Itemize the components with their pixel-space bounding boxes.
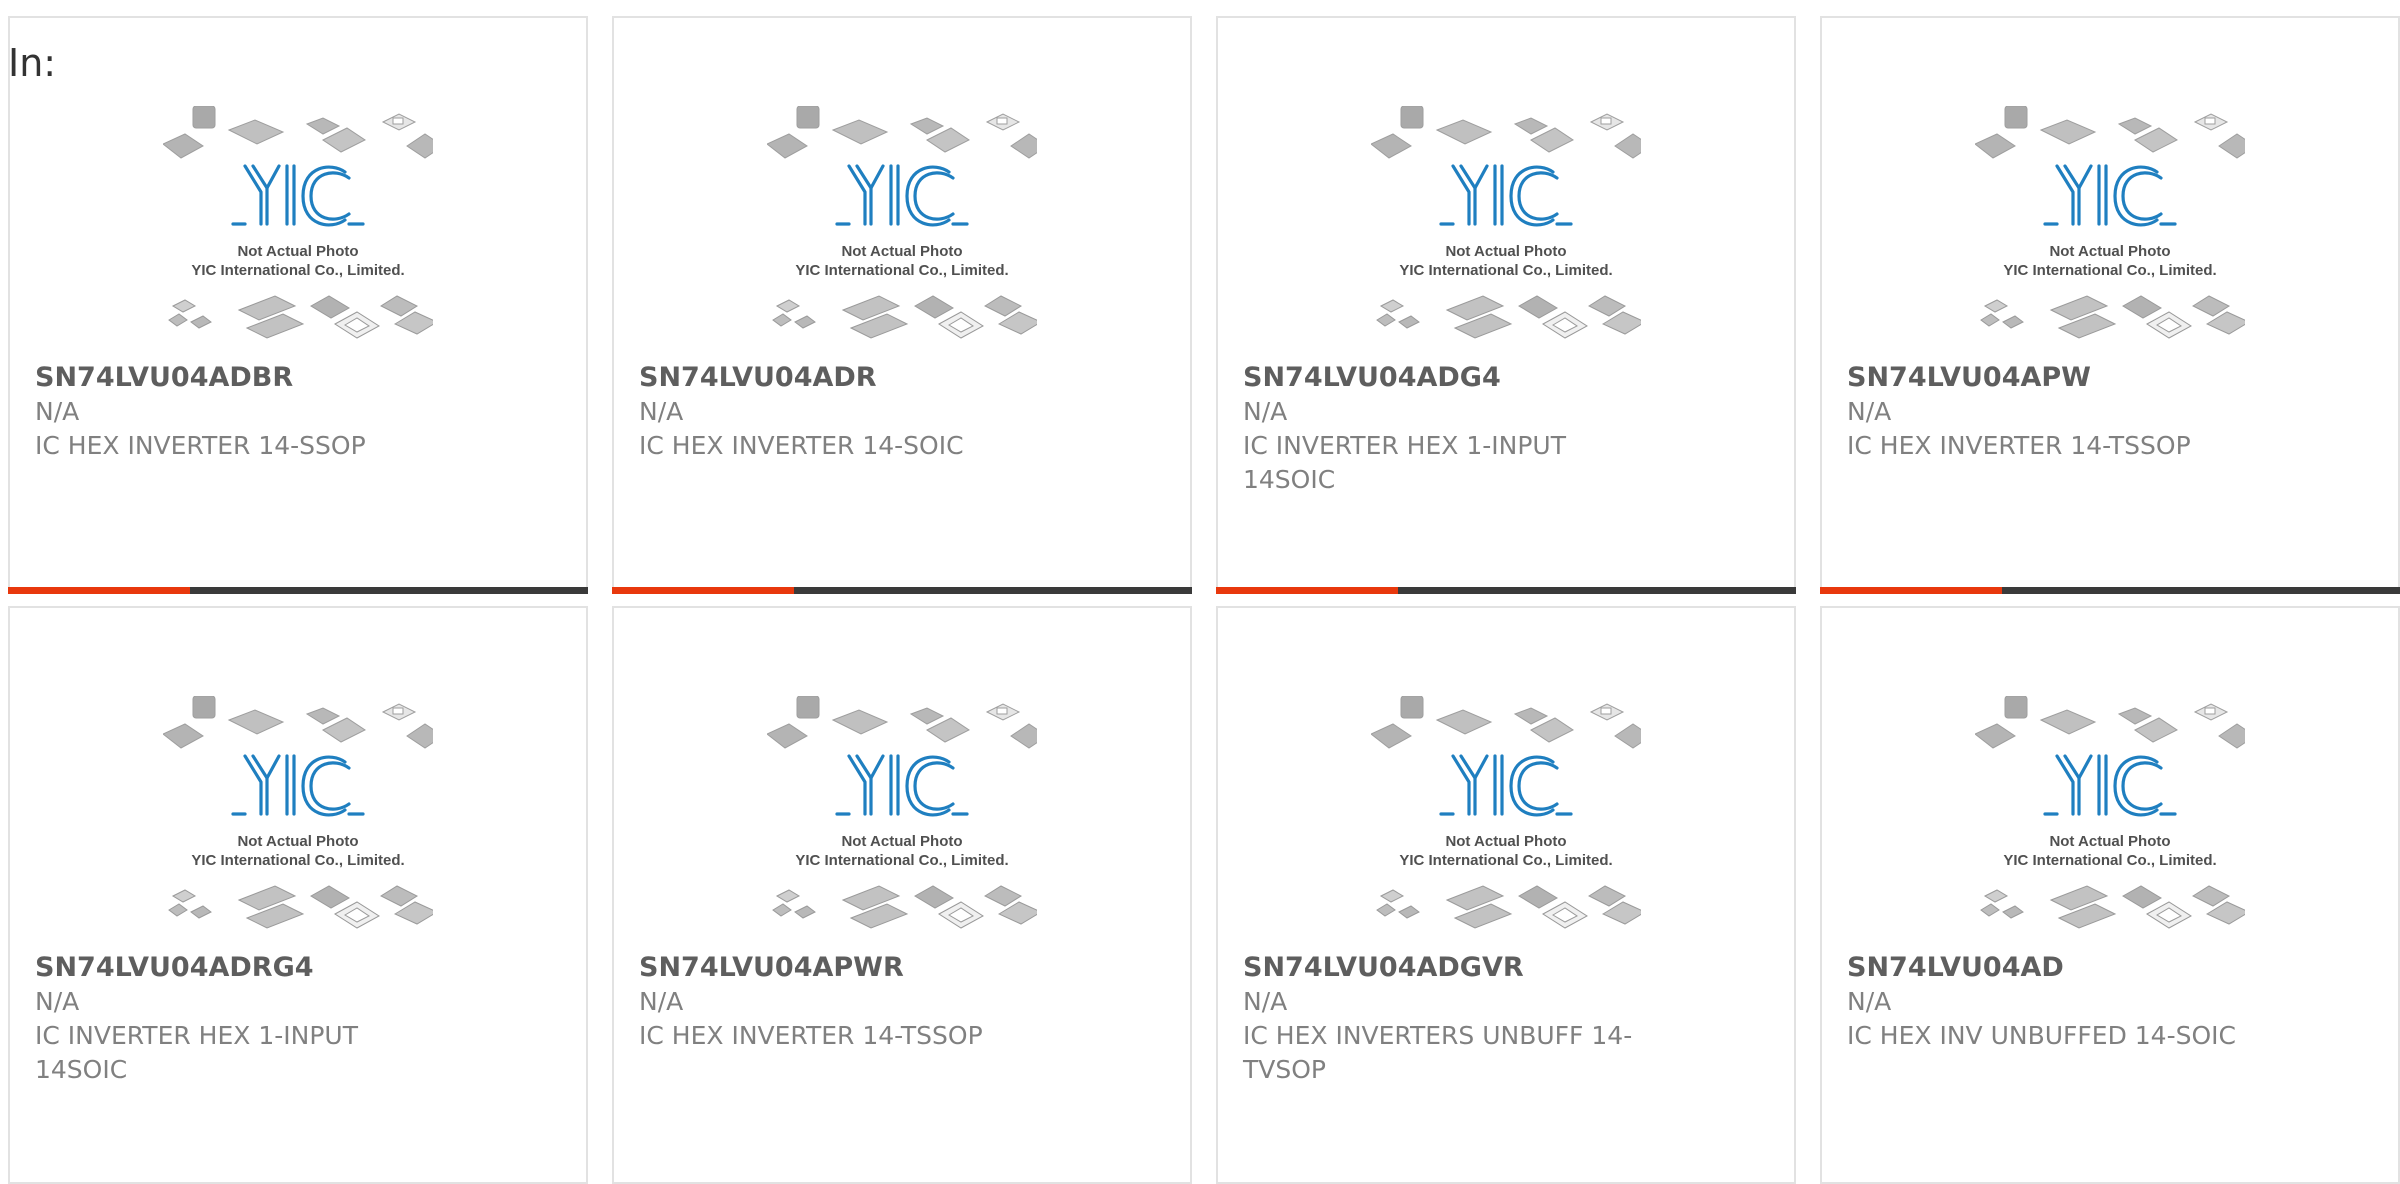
card-accent-highlight xyxy=(1216,587,1398,594)
part-number-link[interactable]: SN74LVU04ADBR xyxy=(35,361,455,395)
placeholder-line1: Not Actual Photo xyxy=(841,243,962,260)
product-description: IC HEX INVERTER 14-SOIC xyxy=(639,431,964,460)
product-info: SN74LVU04ADG4 N/A IC INVERTER HEX 1-INPUT … xyxy=(1243,361,1663,497)
product-info: SN74LVU04AD N/A IC HEX INV UNBUFFED 14-SOI… xyxy=(1847,951,2267,1053)
placeholder-line1: Not Actual Photo xyxy=(841,833,962,850)
manufacturer: N/A xyxy=(35,987,80,1016)
product-description: IC HEX INVERTER 14-TSSOP xyxy=(1847,431,2191,460)
placeholder-line2: YIC International Co., Limited. xyxy=(795,852,1008,869)
product-info: SN74LVU04ADBR N/A IC HEX INVERTER 14-SSOP xyxy=(35,361,455,463)
product-image-placeholder: Not Actual Photo YIC International Co., … xyxy=(1974,105,2256,346)
product-image-placeholder: Not Actual Photo YIC International Co., … xyxy=(1974,695,2256,936)
in-label: In: xyxy=(8,41,57,85)
part-number-link[interactable]: SN74LVU04APWR xyxy=(639,951,1059,985)
product-image-placeholder: Not Actual Photo YIC International Co., … xyxy=(766,105,1048,346)
product-info: SN74LVU04ADGVR N/A IC HEX INVERTERS UNBUFF… xyxy=(1243,951,1663,1087)
manufacturer: N/A xyxy=(639,987,684,1016)
placeholder-line2: YIC International Co., Limited. xyxy=(191,852,404,869)
placeholder-line1: Not Actual Photo xyxy=(2049,243,2170,260)
product-card[interactable]: Not Actual Photo YIC International Co., … xyxy=(612,606,1192,1184)
product-card[interactable]: Not Actual Photo YIC International Co., … xyxy=(8,606,588,1184)
product-info: SN74LVU04APWR N/A IC HEX INVERTER 14-TSSOP xyxy=(639,951,1059,1053)
part-number-link[interactable]: SN74LVU04APW xyxy=(1847,361,2267,395)
product-info: SN74LVU04ADRG4 N/A IC INVERTER HEX 1-INPUT… xyxy=(35,951,455,1087)
manufacturer: N/A xyxy=(1243,397,1288,426)
product-info: SN74LVU04APW N/A IC HEX INVERTER 14-TSSOP xyxy=(1847,361,2267,463)
product-info: SN74LVU04ADR N/A IC HEX INVERTER 14-SOIC xyxy=(639,361,1059,463)
placeholder-line2: YIC International Co., Limited. xyxy=(2003,852,2216,869)
card-accent-highlight xyxy=(8,587,190,594)
product-description: IC INVERTER HEX 1-INPUT 14SOIC xyxy=(35,1021,358,1084)
manufacturer: N/A xyxy=(1847,397,1892,426)
placeholder-line1: Not Actual Photo xyxy=(2049,833,2170,850)
product-image-placeholder: Not Actual Photo YIC International Co., … xyxy=(162,695,444,936)
card-accent-bar xyxy=(1216,587,1796,594)
product-description: IC HEX INVERTER 14-TSSOP xyxy=(639,1021,983,1050)
product-image-placeholder: Not Actual Photo YIC International Co., … xyxy=(1370,695,1652,936)
card-accent-highlight xyxy=(612,587,794,594)
product-card[interactable]: Not Actual Photo YIC International Co., … xyxy=(1820,606,2400,1184)
product-image-placeholder: Not Actual Photo YIC International Co., … xyxy=(1370,105,1652,346)
placeholder-line2: YIC International Co., Limited. xyxy=(1399,852,1612,869)
card-accent-bar xyxy=(8,587,588,594)
part-number-link[interactable]: SN74LVU04ADRG4 xyxy=(35,951,455,985)
part-number-link[interactable]: SN74LVU04ADG4 xyxy=(1243,361,1663,395)
card-accent-bar xyxy=(612,587,1192,594)
product-card[interactable]: Not Actual Photo YIC International Co., … xyxy=(612,16,1192,594)
placeholder-line2: YIC International Co., Limited. xyxy=(191,262,404,279)
card-accent-bar xyxy=(1820,587,2400,594)
manufacturer: N/A xyxy=(639,397,684,426)
product-description: IC HEX INVERTER 14-SSOP xyxy=(35,431,366,460)
part-number-link[interactable]: SN74LVU04ADR xyxy=(639,361,1059,395)
product-description: IC INVERTER HEX 1-INPUT 14SOIC xyxy=(1243,431,1566,494)
product-description: IC HEX INVERTERS UNBUFF 14-TVSOP xyxy=(1243,1021,1633,1084)
product-description: IC HEX INV UNBUFFED 14-SOIC xyxy=(1847,1021,2236,1050)
placeholder-line1: Not Actual Photo xyxy=(237,243,358,260)
placeholder-line1: Not Actual Photo xyxy=(237,833,358,850)
placeholder-line1: Not Actual Photo xyxy=(1445,833,1566,850)
product-card[interactable]: Not Actual Photo YIC International Co., … xyxy=(1216,606,1796,1184)
placeholder-line1: Not Actual Photo xyxy=(1445,243,1566,260)
placeholder-line2: YIC International Co., Limited. xyxy=(795,262,1008,279)
manufacturer: N/A xyxy=(1243,987,1288,1016)
product-card[interactable]: Not Actual Photo YIC International Co., … xyxy=(8,16,588,594)
part-number-link[interactable]: SN74LVU04ADGVR xyxy=(1243,951,1663,985)
placeholder-line2: YIC International Co., Limited. xyxy=(2003,262,2216,279)
part-number-link[interactable]: SN74LVU04AD xyxy=(1847,951,2267,985)
product-image-placeholder: Not Actual Photo YIC International Co., … xyxy=(162,105,444,346)
product-card[interactable]: Not Actual Photo YIC International Co., … xyxy=(1820,16,2400,594)
manufacturer: N/A xyxy=(1847,987,1892,1016)
product-card[interactable]: Not Actual Photo YIC International Co., … xyxy=(1216,16,1796,594)
product-image-placeholder: Not Actual Photo YIC International Co., … xyxy=(766,695,1048,936)
placeholder-line2: YIC International Co., Limited. xyxy=(1399,262,1612,279)
card-accent-highlight xyxy=(1820,587,2002,594)
manufacturer: N/A xyxy=(35,397,80,426)
